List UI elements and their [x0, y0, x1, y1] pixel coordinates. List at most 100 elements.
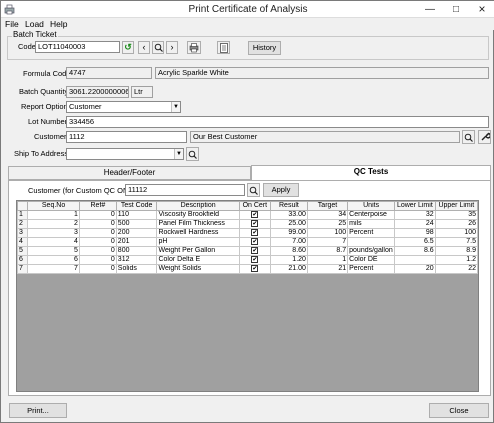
grid-cell[interactable]: 0 — [78, 219, 117, 229]
grid-cell[interactable]: 1.2 — [434, 255, 478, 265]
grid-cell[interactable]: 7.5 — [434, 237, 478, 247]
table-row[interactable]: 7 7 0 Solids Weight Solids ✔ 21.00 21 Percent 20 2… — [17, 264, 478, 274]
grid-cell[interactable]: 32 — [394, 210, 436, 220]
previous-icon[interactable]: ‹ — [138, 41, 150, 54]
apply-button[interactable]: Apply — [263, 183, 299, 197]
refresh-icon[interactable]: ↺ — [122, 41, 134, 54]
grid-cell[interactable]: 1 — [27, 210, 80, 220]
grid-cell[interactable]: 1 — [306, 255, 349, 265]
grid-cell[interactable]: 8.7 — [306, 246, 349, 256]
custom-qc-search-icon[interactable] — [247, 183, 260, 197]
grid-cell[interactable]: 100 — [434, 228, 478, 238]
grid-cell[interactable]: 20 — [394, 264, 436, 274]
customer-code-field[interactable]: 1112 — [66, 131, 187, 143]
customer-search-icon[interactable] — [462, 130, 475, 144]
table-row[interactable]: 6 6 0 312 Color Delta E ✔ 1.20 1 Color DE 1.2 — [17, 255, 478, 265]
grid-cell[interactable]: 7 — [27, 264, 80, 274]
grid-cell[interactable]: 312 — [115, 255, 158, 265]
search-icon[interactable] — [152, 41, 164, 54]
tab-qc-tests[interactable]: QC Tests — [251, 165, 491, 181]
grid-cell[interactable]: 6 — [27, 255, 80, 265]
next-icon[interactable]: › — [166, 41, 178, 54]
qc-tests-grid[interactable]: Seq.No Ref# Test Code Description On Cer… — [16, 200, 479, 392]
col-on-cert[interactable]: On Cert — [238, 201, 271, 211]
menu-load[interactable]: Load — [25, 19, 44, 29]
grid-cell[interactable]: ✔ — [238, 228, 271, 238]
grid-cell[interactable]: 100 — [306, 228, 349, 238]
grid-cell[interactable]: Weight Per Gallon — [156, 246, 240, 256]
custom-qc-field[interactable]: 11112 — [125, 184, 245, 196]
grid-cell[interactable]: 4 — [27, 237, 80, 247]
grid-cell[interactable]: 22 — [434, 264, 478, 274]
grid-cell[interactable]: 33.00 — [269, 210, 308, 220]
grid-cell[interactable]: 8.6 — [394, 246, 436, 256]
print-icon[interactable] — [187, 41, 201, 54]
row-header-cell[interactable]: 7 — [17, 264, 29, 274]
on-cert-checkbox[interactable]: ✔ — [251, 220, 259, 227]
grid-cell[interactable]: mils — [347, 219, 396, 229]
grid-cell[interactable]: ✔ — [238, 219, 271, 229]
wrench-icon[interactable] — [478, 130, 491, 144]
on-cert-checkbox[interactable]: ✔ — [251, 265, 259, 272]
grid-cell[interactable]: Color Delta E — [156, 255, 240, 265]
on-cert-checkbox[interactable]: ✔ — [251, 229, 259, 236]
row-header-cell[interactable]: 1 — [17, 210, 29, 220]
grid-cell[interactable]: 34 — [306, 210, 349, 220]
grid-cell[interactable]: 8.60 — [269, 246, 308, 256]
grid-cell[interactable]: 200 — [115, 228, 158, 238]
grid-cell[interactable]: 26 — [434, 219, 478, 229]
grid-cell[interactable]: 25.00 — [269, 219, 308, 229]
grid-cell[interactable]: 800 — [115, 246, 158, 256]
grid-cell[interactable]: 500 — [115, 219, 158, 229]
table-row[interactable]: 4 4 0 201 pH ✔ 7.00 7 6.5 7.5 — [17, 237, 478, 247]
grid-cell[interactable]: 7.00 — [269, 237, 308, 247]
grid-cell[interactable]: Rockwell Hardness — [156, 228, 240, 238]
grid-cell[interactable]: 21.00 — [269, 264, 308, 274]
grid-cell[interactable]: 0 — [78, 255, 117, 265]
on-cert-checkbox[interactable]: ✔ — [251, 256, 259, 263]
grid-cell[interactable]: pounds/gallon — [347, 246, 396, 256]
grid-cell[interactable]: Viscosity Brookfield — [156, 210, 240, 220]
grid-cell[interactable]: 0 — [78, 228, 117, 238]
col-test-code[interactable]: Test Code — [115, 201, 158, 211]
lot-number-field[interactable]: 334456 — [66, 116, 489, 128]
grid-cell[interactable]: 3 — [27, 228, 80, 238]
grid-cell[interactable]: Percent — [347, 264, 396, 274]
grid-cell[interactable]: pH — [156, 237, 240, 247]
grid-cell[interactable]: Solids — [115, 264, 158, 274]
col-result[interactable]: Result — [269, 201, 308, 211]
maximize-button[interactable]: □ — [443, 1, 469, 18]
grid-cell[interactable]: Percent — [347, 228, 396, 238]
col-units[interactable]: Units — [347, 201, 396, 211]
minimize-button[interactable]: — — [417, 1, 443, 18]
batch-code-field[interactable]: LOT11040003 — [35, 41, 120, 53]
table-row[interactable]: 1 1 0 110 Viscosity Brookfield ✔ 33.00 34 Center… — [17, 210, 478, 220]
close-window-button[interactable]: × — [469, 1, 494, 18]
col-ref[interactable]: Ref# — [78, 201, 117, 211]
grid-cell[interactable]: 24 — [394, 219, 436, 229]
grid-cell[interactable]: 110 — [115, 210, 158, 220]
grid-cell[interactable]: 6.5 — [394, 237, 436, 247]
grid-cell[interactable]: ✔ — [238, 246, 271, 256]
menu-file[interactable]: File — [5, 19, 19, 29]
chevron-down-icon[interactable]: ▼ — [171, 102, 180, 112]
grid-cell[interactable] — [347, 237, 396, 247]
grid-cell[interactable]: ✔ — [238, 264, 271, 274]
report-option-select[interactable]: Customer ▼ — [66, 101, 181, 113]
grid-cell[interactable] — [394, 255, 436, 265]
ship-to-search-icon[interactable] — [186, 147, 199, 161]
chevron-down-icon[interactable]: ▼ — [174, 149, 183, 159]
tab-header-footer[interactable]: Header/Footer — [8, 166, 251, 180]
row-header-cell[interactable]: 3 — [17, 228, 29, 238]
col-target[interactable]: Target — [306, 201, 349, 211]
close-button[interactable]: Close — [429, 403, 489, 418]
print-button[interactable]: Print... — [9, 403, 67, 418]
grid-cell[interactable]: 1.20 — [269, 255, 308, 265]
grid-cell[interactable]: 99.00 — [269, 228, 308, 238]
on-cert-checkbox[interactable]: ✔ — [251, 247, 259, 254]
grid-cell[interactable]: 98 — [394, 228, 436, 238]
grid-cell[interactable]: 7 — [306, 237, 349, 247]
row-header-cell[interactable]: 2 — [17, 219, 29, 229]
row-header-cell[interactable]: 4 — [17, 237, 29, 247]
grid-cell[interactable]: 0 — [78, 237, 117, 247]
